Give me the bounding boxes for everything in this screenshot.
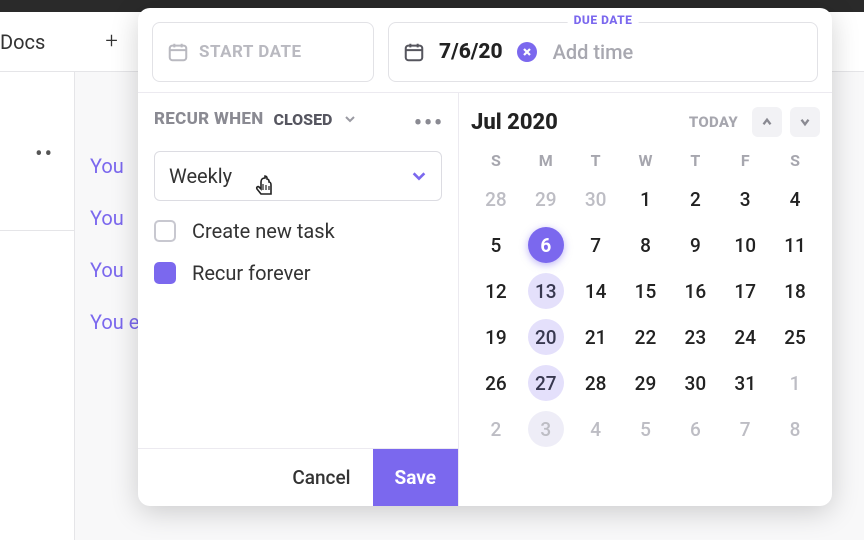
calendar-day[interactable]: 22	[621, 314, 671, 360]
calendar-day[interactable]: 24	[720, 314, 770, 360]
sidebar-separator	[0, 230, 75, 231]
clear-due-date-button[interactable]	[517, 42, 537, 62]
calendar-day[interactable]: 18	[770, 268, 820, 314]
create-new-task-option[interactable]: Create new task	[154, 219, 442, 243]
add-time-button[interactable]: Add time	[553, 40, 634, 64]
due-date-label: DUE DATE	[568, 13, 639, 27]
calendar-day[interactable]: 28	[571, 360, 621, 406]
calendar-day[interactable]: 2	[471, 406, 521, 452]
calendar-day[interactable]: 31	[720, 360, 770, 406]
calendar-weekday: T	[571, 145, 621, 176]
calendar-day[interactable]: 9	[670, 222, 720, 268]
cursor-icon	[251, 172, 279, 200]
toolbar-add-icon[interactable]: +	[105, 29, 117, 54]
calendar-day[interactable]: 29	[621, 360, 671, 406]
calendar-weekday: M	[521, 145, 571, 176]
calendar-day[interactable]: 1	[621, 176, 671, 222]
date-recurrence-popup: START DATE DUE DATE 7/6/20 Add time RECU…	[138, 8, 832, 506]
frequency-select[interactable]: Weekly	[154, 151, 442, 201]
due-date-field[interactable]: DUE DATE 7/6/20 Add time	[388, 22, 818, 82]
frequency-value: Weekly	[169, 164, 232, 188]
calendar-day[interactable]: 10	[720, 222, 770, 268]
calendar-day[interactable]: 20	[521, 314, 571, 360]
recurrence-footer: Cancel Save	[138, 448, 458, 506]
calendar-day[interactable]: 29	[521, 176, 571, 222]
calendar-header: Jul 2020 TODAY	[471, 107, 820, 137]
save-button[interactable]: Save	[373, 449, 459, 506]
calendar-weekday: S	[471, 145, 521, 176]
calendar-day[interactable]: 27	[521, 360, 571, 406]
recur-when-selector[interactable]: RECUR WHEN CLOSED	[154, 109, 442, 129]
calendar-day[interactable]: 14	[571, 268, 621, 314]
calendar-day[interactable]: 5	[621, 406, 671, 452]
calendar-day[interactable]: 28	[471, 176, 521, 222]
calendar-day[interactable]: 3	[521, 406, 571, 452]
calendar-day[interactable]: 3	[720, 176, 770, 222]
calendar-day[interactable]: 1	[770, 360, 820, 406]
popup-body: RECUR WHEN CLOSED ••• Weekly	[138, 92, 832, 506]
recur-more-icon[interactable]: •••	[414, 111, 444, 136]
calendar-day[interactable]: 6	[521, 222, 571, 268]
calendar-day[interactable]: 25	[770, 314, 820, 360]
option-label: Recur forever	[192, 261, 311, 285]
calendar-day[interactable]: 13	[521, 268, 571, 314]
calendar-day[interactable]: 8	[770, 406, 820, 452]
calendar-day[interactable]: 2	[670, 176, 720, 222]
cancel-button[interactable]: Cancel	[270, 449, 372, 506]
calendar-day[interactable]: 30	[670, 360, 720, 406]
recurrence-pane: RECUR WHEN CLOSED ••• Weekly	[138, 93, 458, 506]
calendar-day[interactable]: 26	[471, 360, 521, 406]
calendar-day[interactable]: 4	[770, 176, 820, 222]
next-month-button[interactable]	[790, 107, 820, 137]
toolbar-docs[interactable]: Docs	[0, 30, 45, 54]
calendar-day[interactable]: 30	[571, 176, 621, 222]
recur-forever-option[interactable]: Recur forever	[154, 261, 442, 285]
calendar-month-title: Jul 2020	[471, 110, 558, 135]
calendar-weekday: W	[621, 145, 671, 176]
calendar-day[interactable]: 19	[471, 314, 521, 360]
calendar-controls: TODAY	[683, 107, 820, 137]
calendar-day[interactable]: 12	[471, 268, 521, 314]
today-button[interactable]: TODAY	[683, 113, 744, 131]
option-label: Create new task	[192, 219, 335, 243]
calendar-grid: 2829301234567891011121314151617181920212…	[471, 176, 820, 452]
recur-prefix: RECUR WHEN	[154, 109, 263, 129]
calendar-day[interactable]: 6	[670, 406, 720, 452]
app-sidebar: ••	[0, 72, 75, 540]
calendar-day[interactable]: 7	[571, 222, 621, 268]
calendar-day[interactable]: 7	[720, 406, 770, 452]
prev-month-button[interactable]	[752, 107, 782, 137]
calendar-weekday: S	[770, 145, 820, 176]
calendar-day[interactable]: 15	[621, 268, 671, 314]
calendar-day[interactable]: 5	[471, 222, 521, 268]
calendar-day[interactable]: 23	[670, 314, 720, 360]
chevron-down-icon	[411, 168, 427, 184]
start-date-placeholder: START DATE	[199, 42, 302, 62]
start-date-field[interactable]: START DATE	[152, 22, 374, 82]
calendar-weekday: T	[670, 145, 720, 176]
popup-header: START DATE DUE DATE 7/6/20 Add time	[138, 8, 832, 92]
calendar-icon	[403, 41, 425, 63]
checkbox-icon[interactable]	[154, 220, 176, 242]
calendar-day[interactable]: 4	[571, 406, 621, 452]
sidebar-more-icon[interactable]: ••	[35, 142, 54, 167]
calendar-day[interactable]: 11	[770, 222, 820, 268]
calendar-weekday: F	[720, 145, 770, 176]
recur-status: CLOSED	[273, 110, 332, 129]
calendar-weekday-row: SMTWTFS	[471, 145, 820, 176]
calendar-pane: Jul 2020 TODAY SMTWTFS 28293012345678910…	[458, 93, 832, 506]
calendar-day[interactable]: 21	[571, 314, 621, 360]
calendar-day[interactable]: 8	[621, 222, 671, 268]
calendar-icon	[167, 41, 189, 63]
calendar-day[interactable]: 17	[720, 268, 770, 314]
calendar-day[interactable]: 16	[670, 268, 720, 314]
chevron-down-icon	[344, 113, 356, 125]
checkbox-checked-icon[interactable]	[154, 262, 176, 284]
due-date-value: 7/6/20	[439, 40, 503, 64]
